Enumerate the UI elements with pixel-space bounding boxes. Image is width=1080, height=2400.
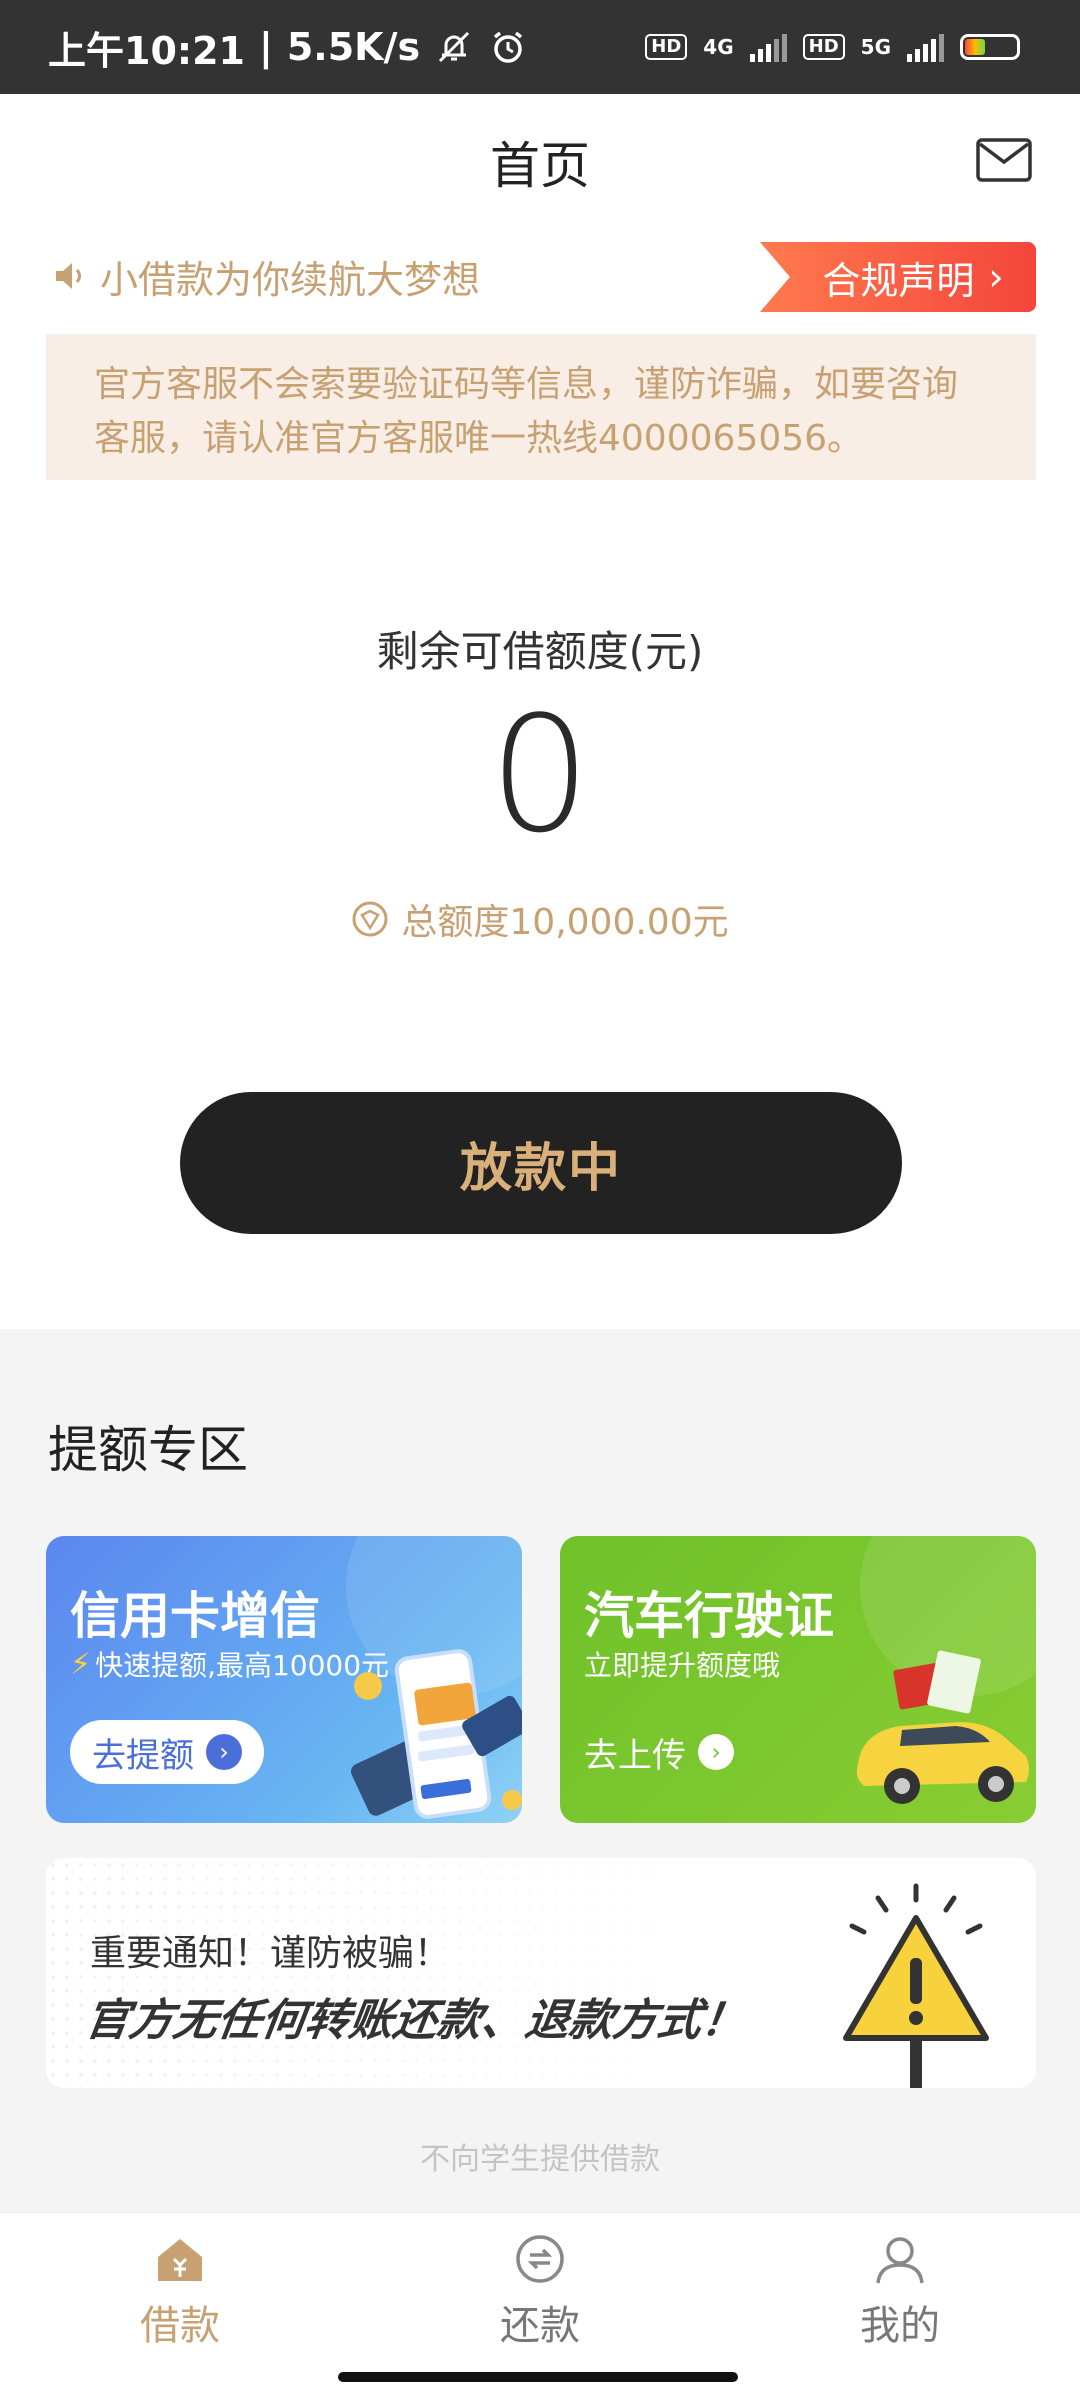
card-subtitle: 立即提升额度哦 bbox=[584, 1644, 780, 1684]
card-subtitle-text: 快速提额,最高10000元 bbox=[95, 1649, 390, 1682]
upload-button[interactable]: 去上传 › bbox=[584, 1720, 734, 1784]
battery-icon bbox=[960, 34, 1020, 60]
hd-badge: HD bbox=[802, 34, 845, 60]
fraud-warning-card: 重要通知！谨防被骗！ 官方无任何转账还款、退款方式！ bbox=[46, 1858, 1036, 2088]
upload-label: 去上传 bbox=[584, 1735, 686, 1776]
warning-message: 官方无任何转账还款、退款方式！ bbox=[81, 1995, 749, 2046]
status-separator: | bbox=[258, 25, 273, 69]
car-illustration bbox=[856, 1650, 1029, 1804]
chevron-right-icon: › bbox=[698, 1734, 734, 1770]
signal-icon bbox=[749, 32, 787, 62]
lightning-icon: ⚡ bbox=[70, 1646, 92, 1682]
boost-limit-label: 去提额 bbox=[92, 1735, 194, 1776]
profile-icon bbox=[876, 2237, 924, 2284]
nav-tab-repay[interactable]: 还款 bbox=[440, 2231, 640, 2351]
anti-fraud-notice: 官方客服不会索要验证码等信息，谨防诈骗，如要咨询客服，请认准官方客服唯一热线40… bbox=[46, 334, 1036, 480]
network-type-4g: 4G bbox=[703, 35, 734, 59]
card-subtitle-text: 立即提升额度哦 bbox=[584, 1649, 781, 1682]
signal-icon bbox=[907, 32, 944, 62]
status-time: 上午10:21 bbox=[48, 28, 245, 73]
nav-tab-loan[interactable]: 借款 bbox=[80, 2231, 280, 2351]
nav-tab-label: 还款 bbox=[500, 2303, 580, 2349]
disbursing-button[interactable]: 放款中 bbox=[180, 1092, 902, 1234]
network-type-5g: 5G bbox=[860, 35, 891, 59]
nav-tab-profile[interactable]: 我的 bbox=[800, 2231, 1000, 2351]
mute-bell-icon bbox=[439, 31, 470, 63]
home-indicator[interactable] bbox=[338, 2372, 738, 2382]
vehicle-license-card[interactable]: 汽车行驶证 立即提升额度哦 去上传 › bbox=[560, 1536, 1036, 1823]
student-loan-disclaimer: 不向学生提供借款 bbox=[420, 2142, 660, 2177]
shield-icon bbox=[352, 901, 388, 937]
card-title: 信用卡增信 bbox=[70, 1587, 320, 1645]
nav-tab-label: 我的 bbox=[860, 2303, 940, 2349]
hd-badge: HD bbox=[645, 34, 688, 60]
phone-card-illustration bbox=[351, 1649, 522, 1819]
credit-card-boost-card[interactable]: 信用卡增信 ⚡ 快速提额,最高10000元 去提额 › bbox=[46, 1536, 522, 1823]
status-speed: 5.5K/s bbox=[286, 25, 421, 69]
chevron-right-icon: › bbox=[206, 1734, 242, 1770]
loan-icon bbox=[158, 2239, 202, 2281]
repay-icon bbox=[516, 2235, 564, 2283]
page-title: 首页 bbox=[490, 137, 590, 195]
warning-sign-icon bbox=[843, 1883, 989, 2088]
alarm-icon bbox=[494, 31, 523, 63]
remaining-credit-value: 0 bbox=[489, 681, 591, 868]
warning-heading: 重要通知！谨防被骗！ bbox=[90, 1933, 451, 1974]
nav-tab-label: 借款 bbox=[140, 2303, 220, 2349]
slogan-text: 小借款为你续航大梦想 bbox=[100, 257, 481, 302]
remaining-credit-label: 剩余可借额度(元) bbox=[376, 627, 704, 676]
compliance-label: 合规声明 bbox=[822, 258, 975, 303]
mail-icon[interactable] bbox=[976, 138, 1032, 182]
slogan: 小借款为你续航大梦想 bbox=[52, 248, 480, 304]
boost-limit-button[interactable]: 去提额 › bbox=[70, 1720, 264, 1784]
status-bar: 上午10:21 | 5.5K/s HD 4G HD 5G bbox=[0, 0, 1080, 94]
total-credit-text: 总额度10,000.00元 bbox=[401, 902, 729, 943]
total-credit: 总额度10,000.00元 bbox=[0, 894, 1080, 944]
speaker-icon bbox=[56, 263, 81, 289]
compliance-statement-button[interactable]: 合规声明 › bbox=[760, 242, 1036, 312]
card-title: 汽车行驶证 bbox=[584, 1587, 834, 1645]
chevron-right-icon: › bbox=[988, 255, 1004, 299]
card-subtitle: ⚡ 快速提额,最高10000元 bbox=[70, 1644, 389, 1684]
boost-section-title: 提额专区 bbox=[48, 1421, 248, 1479]
